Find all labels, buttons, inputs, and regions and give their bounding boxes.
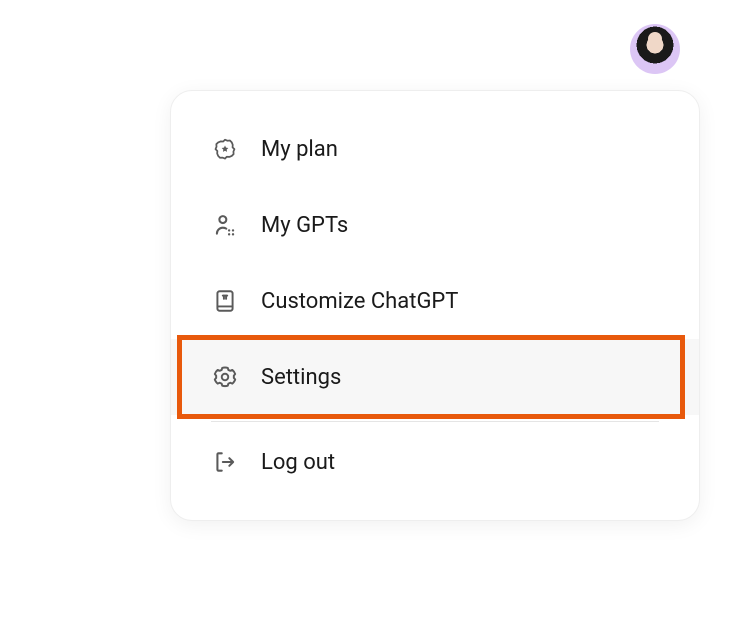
menu-item-log-out[interactable]: Log out bbox=[171, 424, 699, 500]
annotation-highlight bbox=[177, 335, 685, 419]
menu-item-label: Settings bbox=[261, 365, 341, 390]
menu-item-my-plan[interactable]: My plan bbox=[171, 111, 699, 187]
menu-item-my-gpts[interactable]: My GPTs bbox=[171, 187, 699, 263]
menu-item-customize-chatgpt[interactable]: Customize ChatGPT bbox=[171, 263, 699, 339]
user-menu: My plan My GPTs Customize ChatG bbox=[170, 90, 700, 521]
badge-star-icon bbox=[211, 135, 239, 163]
person-dots-icon bbox=[211, 211, 239, 239]
menu-item-label: My plan bbox=[261, 137, 338, 162]
menu-divider bbox=[211, 421, 659, 422]
gear-icon bbox=[211, 363, 239, 391]
menu-item-settings[interactable]: Settings bbox=[171, 339, 699, 415]
menu-item-label: Customize ChatGPT bbox=[261, 289, 458, 314]
menu-item-label: Log out bbox=[261, 450, 335, 475]
menu-item-label: My GPTs bbox=[261, 213, 348, 238]
log-out-icon bbox=[211, 448, 239, 476]
user-avatar[interactable] bbox=[630, 24, 680, 74]
instructions-book-icon bbox=[211, 287, 239, 315]
